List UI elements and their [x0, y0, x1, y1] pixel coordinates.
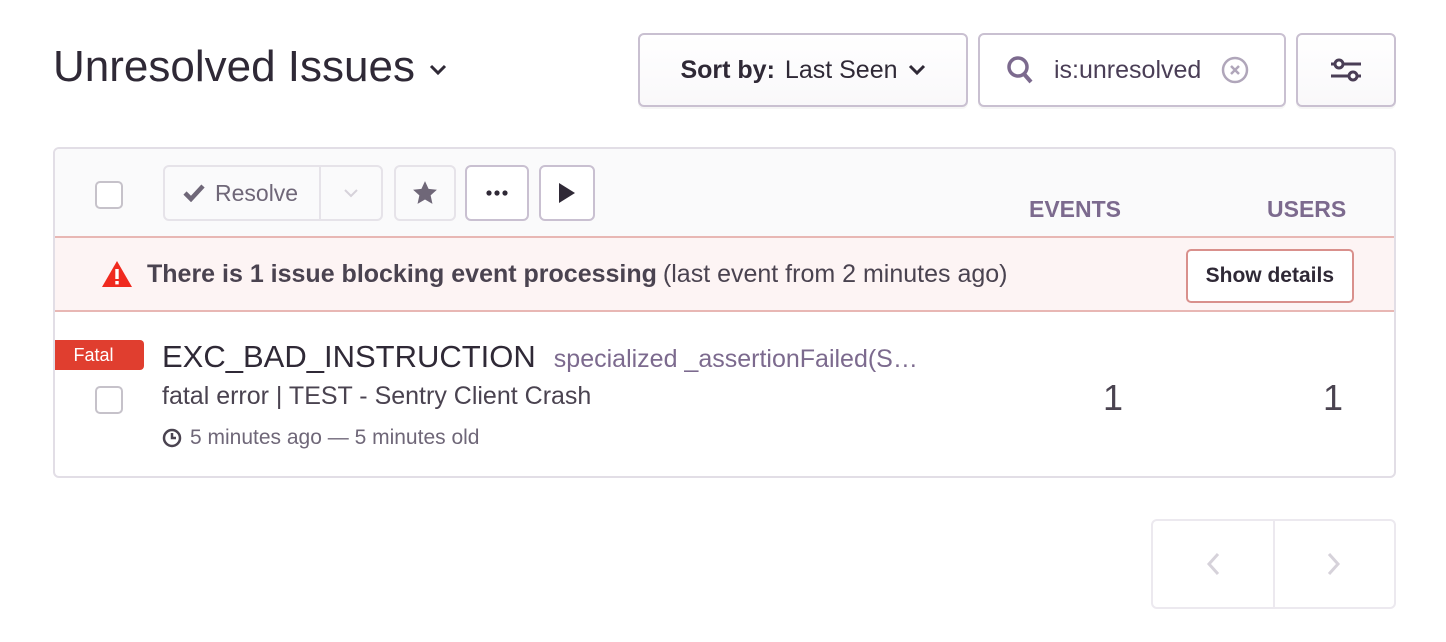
issue-events-count: 1 [1103, 377, 1124, 418]
issue-list-panel: Resolve EVENTS USERS There is 1 issue bl… [53, 147, 1396, 478]
next-page-button[interactable] [1272, 521, 1395, 607]
level-badge: Fatal [55, 340, 144, 370]
resolve-button[interactable]: Resolve [165, 167, 321, 219]
bookmark-button[interactable] [394, 165, 456, 221]
column-header-users: USERS [1267, 196, 1347, 222]
issue-users-count: 1 [1323, 377, 1344, 418]
issue-title[interactable]: EXC_BAD_INSTRUCTION specialized _assertio… [162, 339, 918, 375]
realtime-play-button[interactable] [539, 165, 595, 221]
show-details-button[interactable]: Show details [1185, 249, 1354, 303]
issue-meta: 5 minutes ago — 5 minutes old [162, 426, 480, 450]
column-header-events: EVENTS [1029, 196, 1122, 222]
resolve-button-group: Resolve [163, 165, 383, 221]
filter-settings-button[interactable] [1296, 33, 1396, 107]
search-input[interactable]: is:unresolved [978, 33, 1286, 107]
page-title[interactable]: Unresolved Issues [53, 42, 447, 92]
play-icon [559, 183, 575, 203]
issue-list-toolbar: Resolve EVENTS USERS [55, 149, 1394, 236]
chevron-down-icon [908, 64, 925, 76]
chevron-down-icon [344, 189, 358, 198]
resolve-dropdown-button[interactable] [321, 188, 381, 198]
chevron-down-icon [429, 64, 447, 76]
ellipsis-icon [486, 190, 508, 196]
clock-icon [162, 428, 182, 448]
pagination [1151, 519, 1396, 609]
warning-icon [102, 261, 132, 287]
star-icon [413, 181, 437, 204]
issue-subtitle: fatal error | TEST - Sentry Client Crash [162, 382, 592, 410]
more-actions-button[interactable] [465, 165, 529, 221]
chevron-left-icon [1206, 552, 1219, 576]
sort-dropdown[interactable]: Sort by: Last Seen [638, 33, 968, 107]
search-icon [1007, 56, 1033, 84]
checkmark-icon [183, 184, 205, 202]
issue-culprit: specialized _assertionFailed(S… [553, 345, 918, 373]
issue-checkbox[interactable] [95, 386, 123, 414]
processing-error-alert: There is 1 issue blocking event processi… [55, 236, 1394, 312]
chevron-right-icon [1328, 552, 1341, 576]
sliders-icon [1331, 58, 1361, 82]
select-all-checkbox[interactable] [95, 181, 123, 209]
clear-search-icon[interactable] [1221, 56, 1249, 84]
previous-page-button[interactable] [1153, 521, 1273, 607]
